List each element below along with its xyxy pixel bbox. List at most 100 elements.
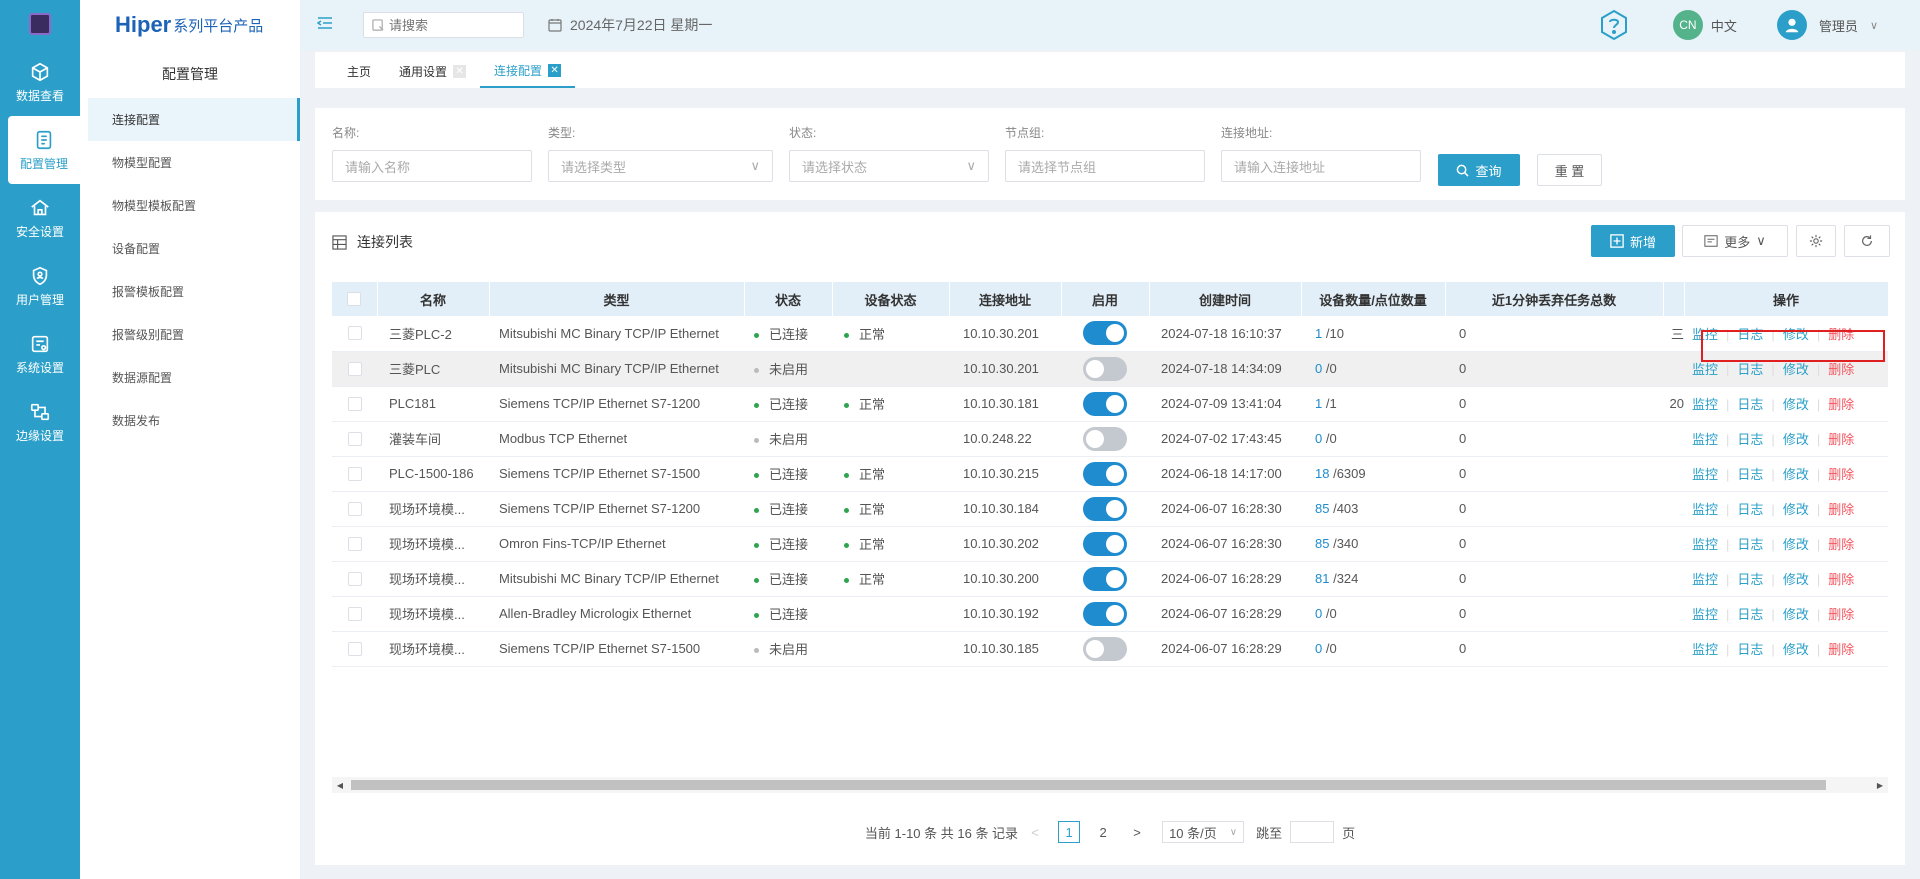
sub-item-model-template[interactable]: 物模型模板配置 xyxy=(80,184,300,227)
address-input[interactable]: 请输入连接地址 xyxy=(1221,150,1421,182)
col-header-device-status[interactable]: 设备状态 xyxy=(832,282,950,316)
edit-link[interactable]: 修改 xyxy=(1783,642,1809,657)
col-header-counts[interactable]: 设备数量/点位数量 xyxy=(1301,282,1446,316)
scroll-right-icon[interactable]: ▶ xyxy=(1872,777,1888,793)
type-select[interactable]: 请选择类型 ∨ xyxy=(548,150,773,182)
table-row[interactable]: PLC-1500-186 Siemens TCP/IP Ethernet S7-1… xyxy=(332,456,1888,492)
edit-link[interactable]: 修改 xyxy=(1783,467,1809,482)
search-box[interactable] xyxy=(363,12,524,38)
edit-link[interactable]: 修改 xyxy=(1783,607,1809,622)
sub-item-device[interactable]: 设备配置 xyxy=(80,227,300,270)
enable-toggle[interactable] xyxy=(1083,391,1127,416)
delete-link[interactable]: 删除 xyxy=(1828,642,1854,657)
log-link[interactable]: 日志 xyxy=(1737,362,1763,377)
rail-item-system[interactable]: 系统设置 xyxy=(0,320,80,388)
row-checkbox[interactable] xyxy=(347,361,362,376)
refresh-button[interactable] xyxy=(1844,225,1890,257)
row-checkbox[interactable] xyxy=(347,641,362,656)
app-logo[interactable] xyxy=(0,0,80,48)
device-count[interactable]: 18 xyxy=(1315,466,1329,481)
log-link[interactable]: 日志 xyxy=(1737,432,1763,447)
device-count[interactable]: 0 xyxy=(1315,431,1322,446)
status-select[interactable]: 请选择状态 ∨ xyxy=(789,150,989,182)
monitor-link[interactable]: 监控 xyxy=(1692,607,1718,622)
monitor-link[interactable]: 监控 xyxy=(1692,397,1718,412)
delete-link[interactable]: 删除 xyxy=(1828,537,1854,552)
log-link[interactable]: 日志 xyxy=(1737,607,1763,622)
edit-link[interactable]: 修改 xyxy=(1783,502,1809,517)
edit-link[interactable]: 修改 xyxy=(1783,362,1809,377)
enable-toggle[interactable] xyxy=(1083,426,1127,451)
rail-item-edge[interactable]: 边缘设置 xyxy=(0,388,80,456)
table-row[interactable]: 三菱PLC Mitsubishi MC Binary TCP/IP Etherne… xyxy=(332,351,1888,387)
monitor-link[interactable]: 监控 xyxy=(1692,327,1718,342)
log-link[interactable]: 日志 xyxy=(1737,642,1763,657)
sub-item-publish[interactable]: 数据发布 xyxy=(80,399,300,442)
device-count[interactable]: 0 xyxy=(1315,361,1322,376)
row-checkbox[interactable] xyxy=(347,396,362,411)
more-button[interactable]: 更多 ∨ xyxy=(1682,225,1788,257)
log-link[interactable]: 日志 xyxy=(1737,467,1763,482)
scroll-left-icon[interactable]: ◀ xyxy=(332,777,348,793)
enable-toggle[interactable] xyxy=(1083,566,1127,591)
monitor-link[interactable]: 监控 xyxy=(1692,362,1718,377)
enable-toggle[interactable] xyxy=(1083,461,1127,486)
col-header-dropped[interactable]: 近1分钟丢弃任务总数 xyxy=(1445,282,1664,316)
sub-item-alarm-level[interactable]: 报警级别配置 xyxy=(80,313,300,356)
delete-link[interactable]: 删除 xyxy=(1828,467,1854,482)
table-row[interactable]: 灌装车间 Modbus TCP Ethernet 未启用 10.0.248.22 202… xyxy=(332,421,1888,457)
delete-link[interactable]: 删除 xyxy=(1828,502,1854,517)
jump-input[interactable] xyxy=(1290,821,1335,843)
rail-item-config[interactable]: 配置管理 xyxy=(8,116,80,184)
col-header-address[interactable]: 连接地址 xyxy=(949,282,1062,316)
chevron-down-icon[interactable]: ∨ xyxy=(1870,19,1878,32)
delete-link[interactable]: 删除 xyxy=(1828,362,1854,377)
log-link[interactable]: 日志 xyxy=(1737,537,1763,552)
prev-page-icon[interactable]: < xyxy=(1024,821,1046,843)
table-row[interactable]: 现场环境模... Siemens TCP/IP Ethernet S7-1500 未… xyxy=(332,631,1888,667)
monitor-link[interactable]: 监控 xyxy=(1692,467,1718,482)
device-count[interactable]: 1 xyxy=(1315,326,1322,341)
edit-link[interactable]: 修改 xyxy=(1783,327,1809,342)
page-size-select[interactable]: 10 条/页 ∨ xyxy=(1162,821,1245,843)
query-button[interactable]: 查询 xyxy=(1438,154,1520,186)
monitor-link[interactable]: 监控 xyxy=(1692,502,1718,517)
tab-connection-config[interactable]: 连接配置 ✕ xyxy=(480,54,576,88)
delete-link[interactable]: 删除 xyxy=(1828,327,1854,342)
table-row[interactable]: 现场环境模... Omron Fins-TCP/IP Ethernet 已连接 正常 1… xyxy=(332,526,1888,562)
sub-item-connection[interactable]: 连接配置 xyxy=(88,98,300,141)
reset-button[interactable]: 重 置 xyxy=(1537,154,1602,186)
edit-link[interactable]: 修改 xyxy=(1783,397,1809,412)
monitor-link[interactable]: 监控 xyxy=(1692,432,1718,447)
sub-item-model[interactable]: 物模型配置 xyxy=(80,141,300,184)
page-2[interactable]: 2 xyxy=(1092,821,1114,843)
row-checkbox[interactable] xyxy=(347,571,362,586)
delete-link[interactable]: 删除 xyxy=(1828,397,1854,412)
language-label[interactable]: 中文 xyxy=(1711,16,1737,35)
edit-link[interactable]: 修改 xyxy=(1783,537,1809,552)
log-link[interactable]: 日志 xyxy=(1737,572,1763,587)
table-row[interactable]: 现场环境模... Siemens TCP/IP Ethernet S7-1200 已… xyxy=(332,491,1888,527)
log-link[interactable]: 日志 xyxy=(1737,502,1763,517)
language-avatar[interactable]: CN xyxy=(1672,10,1703,40)
row-checkbox[interactable] xyxy=(347,536,362,551)
help-icon[interactable] xyxy=(1597,8,1631,42)
enable-toggle[interactable] xyxy=(1083,601,1127,626)
row-checkbox[interactable] xyxy=(347,431,362,446)
rail-item-data-view[interactable]: 数据查看 xyxy=(0,48,80,116)
scrollbar-thumb[interactable] xyxy=(351,780,1826,790)
edit-link[interactable]: 修改 xyxy=(1783,572,1809,587)
sub-item-alarm-template[interactable]: 报警模板配置 xyxy=(80,270,300,313)
monitor-link[interactable]: 监控 xyxy=(1692,642,1718,657)
enable-toggle[interactable] xyxy=(1083,321,1127,346)
log-link[interactable]: 日志 xyxy=(1737,327,1763,342)
monitor-link[interactable]: 监控 xyxy=(1692,537,1718,552)
delete-link[interactable]: 删除 xyxy=(1828,572,1854,587)
row-checkbox[interactable] xyxy=(347,501,362,516)
table-row[interactable]: 现场环境模... Mitsubishi MC Binary TCP/IP Ethe… xyxy=(332,561,1888,597)
enable-toggle[interactable] xyxy=(1083,636,1127,661)
monitor-link[interactable]: 监控 xyxy=(1692,572,1718,587)
table-row[interactable]: PLC181 Siemens TCP/IP Ethernet S7-1200 已连接… xyxy=(332,386,1888,422)
table-row[interactable]: 现场环境模... Allen-Bradley Micrologix Etherne… xyxy=(332,596,1888,632)
edit-link[interactable]: 修改 xyxy=(1783,432,1809,447)
